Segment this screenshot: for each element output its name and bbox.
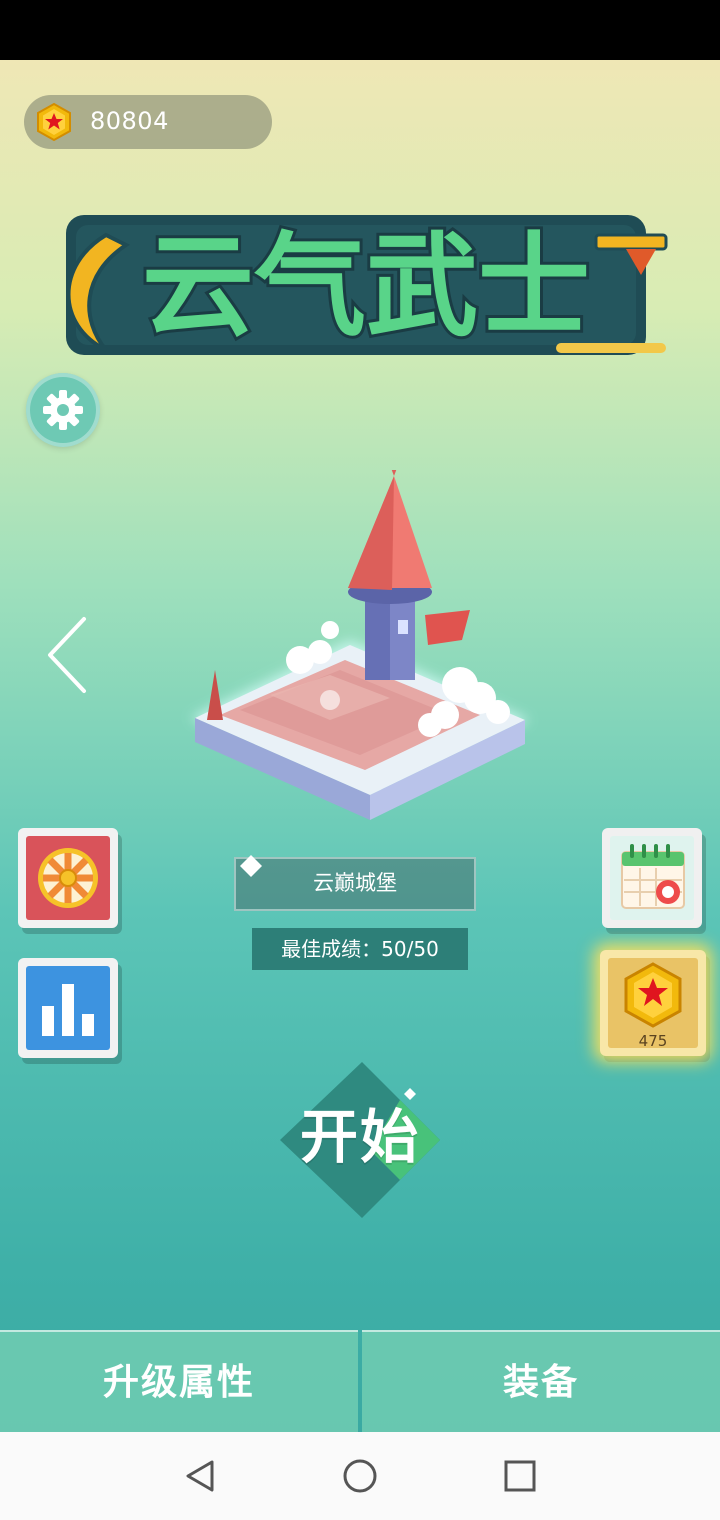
tab-upgrade-attributes-label: 升级属性 [102, 1362, 255, 1403]
level-name-box: 云巅城堡 [234, 857, 476, 911]
coin-counter: 80804 [24, 95, 272, 149]
best-score-box: 最佳成绩：50/50 [252, 928, 468, 970]
home-icon[interactable] [342, 1458, 378, 1494]
status-bar [0, 0, 720, 60]
tab-equipment-label: 装备 [502, 1362, 579, 1403]
level-name: 云巅城堡 [313, 871, 397, 895]
recents-icon[interactable] [502, 1458, 538, 1494]
leaderboard-button[interactable] [18, 958, 118, 1058]
start-label: 开始 [299, 1103, 420, 1171]
gear-icon [43, 390, 83, 430]
lucky-wheel-button[interactable] [18, 828, 118, 928]
game-logo: 云气武士 [66, 215, 668, 355]
daily-calendar-button[interactable] [602, 828, 702, 928]
best-score: 最佳成绩：50/50 [281, 937, 439, 961]
coin-icon [37, 102, 71, 142]
chevron-left-icon[interactable] [44, 615, 92, 695]
reward-count: 475 [638, 1032, 668, 1050]
tab-upgrade-attributes[interactable]: 升级属性 [0, 1330, 358, 1432]
coin-amount: 80804 [90, 107, 169, 135]
coin-reward-button[interactable]: 475 [600, 950, 706, 1056]
game-screen: 80804 云气武士 475 云巅城堡 最佳成绩：50/50 开始 升级属性 装… [0, 60, 720, 1432]
lucky-wheel-icon [38, 848, 98, 908]
settings-button[interactable] [26, 373, 100, 447]
logo-title: 云气武士 [142, 222, 590, 352]
bar-chart-icon [42, 984, 94, 1036]
start-button[interactable]: 开始 [270, 1060, 450, 1230]
calendar-icon [610, 836, 694, 920]
diamond-icon [240, 855, 262, 877]
level-island-illustration [190, 470, 530, 820]
back-icon[interactable] [182, 1458, 218, 1494]
tab-equipment[interactable]: 装备 [362, 1330, 720, 1432]
system-nav-bar [0, 1432, 720, 1520]
